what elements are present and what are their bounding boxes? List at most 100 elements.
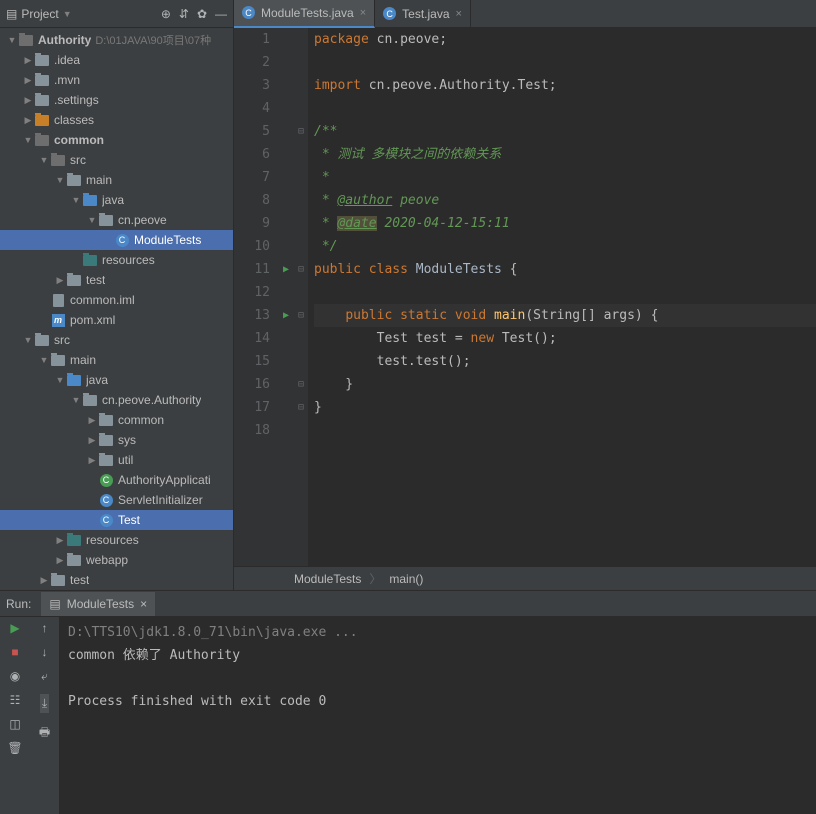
tree-item-label: common.iml xyxy=(70,293,135,307)
file-icon: C xyxy=(242,6,255,19)
tree-arrow-icon[interactable] xyxy=(70,195,82,205)
breadcrumb-item[interactable]: ModuleTests xyxy=(294,572,361,586)
run-tab-icon: ▤ xyxy=(49,597,60,611)
editor-tab[interactable]: C Test.java × xyxy=(375,0,471,28)
tree-item[interactable]: mpom.xml xyxy=(0,310,233,330)
line-gutter[interactable]: 123456789101112131415161718 xyxy=(234,28,278,566)
tree-arrow-icon[interactable] xyxy=(22,75,34,86)
project-view-icon: ▤ xyxy=(6,7,17,21)
dropdown-icon[interactable]: ▼ xyxy=(63,9,72,19)
tree-item-label: webapp xyxy=(86,553,128,567)
tree-item[interactable]: java xyxy=(0,190,233,210)
tree-arrow-icon[interactable] xyxy=(38,155,50,165)
tree-item[interactable]: CTest xyxy=(0,510,233,530)
camera-icon[interactable]: ◉ xyxy=(10,669,20,683)
tab-label: Test.java xyxy=(402,7,449,21)
tree-item[interactable]: classes xyxy=(0,110,233,130)
tree-item-label: util xyxy=(118,453,133,467)
tree-arrow-icon[interactable] xyxy=(70,395,82,405)
tree-item[interactable]: CServletInitializer xyxy=(0,490,233,510)
pin-icon[interactable]: ◫ xyxy=(9,717,20,731)
editor-area: CModuleTests.java×CTest.java× 1234567891… xyxy=(234,0,816,590)
up-icon[interactable]: ↑ xyxy=(42,621,48,635)
tree-item[interactable]: common xyxy=(0,410,233,430)
gear-icon[interactable]: ✿ xyxy=(197,7,207,21)
hide-icon[interactable]: — xyxy=(215,7,227,21)
tree-item[interactable]: resources xyxy=(0,530,233,550)
tree-arrow-icon[interactable] xyxy=(22,95,34,106)
tree-item[interactable]: util xyxy=(0,450,233,470)
tree-item[interactable]: sys xyxy=(0,430,233,450)
tree-item[interactable]: .settings xyxy=(0,90,233,110)
tree-arrow-icon[interactable] xyxy=(54,555,66,566)
tree-arrow-icon[interactable] xyxy=(86,415,98,426)
tree-arrow-icon[interactable] xyxy=(22,335,34,345)
tree-item-label: .mvn xyxy=(54,73,80,87)
tree-item[interactable]: common.iml xyxy=(0,290,233,310)
scroll-icon[interactable]: ⤓ xyxy=(40,694,49,713)
project-tree[interactable]: AuthorityD:\01JAVA\90项目\07种 .idea .mvn .set… xyxy=(0,28,233,590)
tree-arrow-icon[interactable] xyxy=(54,175,66,185)
tree-arrow-icon[interactable] xyxy=(86,215,98,225)
stop-icon[interactable]: ■ xyxy=(11,645,18,659)
tree-item-label: cn.peove.Authority xyxy=(102,393,201,407)
tree-arrow-icon[interactable] xyxy=(54,535,66,546)
breadcrumb-item[interactable]: main() xyxy=(389,572,423,586)
tree-arrow-icon[interactable] xyxy=(54,275,66,286)
tree-arrow-icon[interactable] xyxy=(38,355,50,365)
tree-arrow-icon[interactable] xyxy=(86,435,98,446)
tree-arrow-icon[interactable] xyxy=(54,375,66,385)
tree-arrow-icon[interactable] xyxy=(22,55,34,66)
close-icon[interactable]: × xyxy=(456,8,462,20)
tree-item[interactable]: .mvn xyxy=(0,70,233,90)
tree-item[interactable]: test xyxy=(0,570,233,590)
run-gutter[interactable]: ▶▶ xyxy=(278,28,294,566)
tree-arrow-icon[interactable] xyxy=(22,135,34,145)
trash-icon[interactable]: 🗑 xyxy=(7,741,22,755)
tree-item[interactable]: CModuleTests xyxy=(0,230,233,250)
expand-icon[interactable]: ⇵ xyxy=(179,7,189,21)
tree-arrow-icon[interactable] xyxy=(6,35,18,45)
sidebar-title: Project xyxy=(21,7,58,21)
locate-icon[interactable]: ⊕ xyxy=(161,7,171,21)
run-left-toolbar: ▶ ■ ◉ ☷ ◫ 🗑 xyxy=(0,617,30,814)
run-config-tab[interactable]: ▤ ModuleTests × xyxy=(41,592,155,616)
layout-icon[interactable]: ☷ xyxy=(10,693,21,707)
tree-item[interactable]: src xyxy=(0,150,233,170)
tree-item[interactable]: cn.peove.Authority xyxy=(0,390,233,410)
editor-tabs: CModuleTests.java×CTest.java× xyxy=(234,0,816,28)
wrap-icon[interactable]: ⤶ xyxy=(41,669,48,684)
editor-tab[interactable]: CModuleTests.java× xyxy=(234,0,375,28)
tree-arrow-icon[interactable] xyxy=(22,115,34,126)
tree-arrow-icon[interactable] xyxy=(86,455,98,466)
code-editor[interactable]: package cn.peove;import cn.peove.Authori… xyxy=(308,28,816,566)
tree-item-label: pom.xml xyxy=(70,313,115,327)
tree-item[interactable]: test xyxy=(0,270,233,290)
console-output[interactable]: D:\TTS10\jdk1.8.0_71\bin\java.exe ...com… xyxy=(60,617,816,814)
tree-item[interactable]: main xyxy=(0,350,233,370)
run-label: Run: xyxy=(6,597,31,611)
tree-item[interactable]: main xyxy=(0,170,233,190)
rerun-icon[interactable]: ▶ xyxy=(10,621,19,635)
tree-item-label: resources xyxy=(102,253,155,267)
tree-item[interactable]: src xyxy=(0,330,233,350)
breadcrumb[interactable]: ModuleTests 〉 main() xyxy=(234,566,816,590)
file-icon: C xyxy=(383,7,396,20)
tree-item[interactable]: cn.peove xyxy=(0,210,233,230)
tree-item-label: classes xyxy=(54,113,94,127)
tree-item[interactable]: common xyxy=(0,130,233,150)
tree-item[interactable]: webapp xyxy=(0,550,233,570)
tree-item-label: .idea xyxy=(54,53,80,67)
tree-item-label: AuthorityApplicati xyxy=(118,473,211,487)
tree-arrow-icon[interactable] xyxy=(38,575,50,586)
tree-item[interactable]: AuthorityD:\01JAVA\90项目\07种 xyxy=(0,30,233,50)
tree-item[interactable]: CAuthorityApplicati xyxy=(0,470,233,490)
down-icon[interactable]: ↓ xyxy=(42,645,48,659)
tree-item[interactable]: .idea xyxy=(0,50,233,70)
tree-item[interactable]: java xyxy=(0,370,233,390)
tree-item[interactable]: resources xyxy=(0,250,233,270)
fold-gutter[interactable]: ⊟⊟⊟⊟⊟ xyxy=(294,28,308,566)
close-icon[interactable]: × xyxy=(360,7,366,19)
close-icon[interactable]: × xyxy=(140,597,147,611)
print-icon[interactable]: 🖶 xyxy=(39,723,50,744)
